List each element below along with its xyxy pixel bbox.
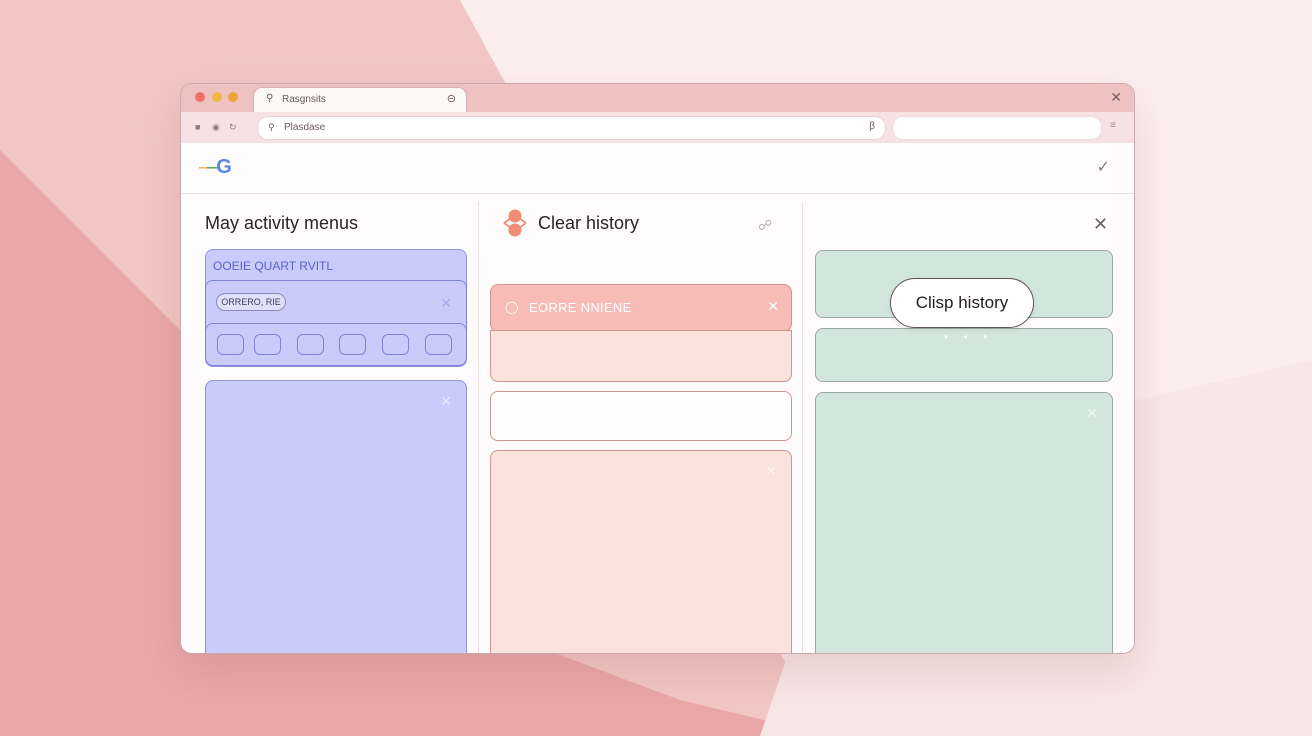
page-content: ––G ✓ May activity menus OOEIE QUART RVI… [181,143,1134,653]
option-box[interactable] [339,334,366,355]
menu-icon[interactable]: ≡ [1110,120,1116,131]
forward-icon[interactable]: ◉ [212,122,220,133]
chip[interactable]: ORRERO, RIE [216,293,286,311]
maximize-window-dot[interactable] [228,92,238,102]
pin-icon[interactable]: ✓ [1097,157,1110,177]
tab-title: Rasgnsits [282,94,326,105]
close-icon[interactable]: ✕ [767,298,779,315]
activity-card-large[interactable]: ✕ [205,380,467,653]
close-icon[interactable]: ✕ [765,463,777,480]
page-header: ––G ✓ [181,143,1134,194]
option-row [205,323,467,366]
reload-icon[interactable]: ↻ [229,122,237,133]
close-panel-icon[interactable]: ✕ [1093,214,1108,235]
toolbar: ■ ◉ ↻ ⚲ Plasdase β ≡ [181,112,1134,144]
close-icon[interactable]: ✕ [1086,405,1098,422]
address-text: Plasdase [284,122,326,133]
panels: May activity menus OOEIE QUART RVITL ORR… [181,194,1134,653]
lock-icon: ⚲ [266,93,274,104]
history-card-body[interactable] [490,330,792,382]
card-header: OOEIE QUART RVITL [213,259,334,273]
activity-card[interactable]: OOEIE QUART RVITL ORRERO, RIE ✕ [205,249,467,367]
tab-bar: ⚲ Rasgnsits ⊝ ✕ [181,84,1134,113]
close-window-dot[interactable] [195,92,205,102]
clip-history-button[interactable]: Clisp history [890,278,1034,328]
site-info-icon: ⚲ [268,122,275,132]
bookmark-icon[interactable]: β [869,121,875,132]
option-box[interactable] [297,334,324,355]
history-card[interactable] [490,391,792,441]
close-icon[interactable]: ✕ [440,295,452,312]
clip-card-large[interactable]: ✕ [815,392,1113,653]
tab-close-icon[interactable]: ⊝ [447,92,456,105]
divider [478,202,479,653]
card-header: EORRE NNIENE [529,300,632,315]
history-card-header[interactable]: ◯ EORRE NNIENE ✕ [490,284,792,332]
link-icon[interactable]: ☍ [758,217,772,234]
window-close-icon[interactable]: ✕ [1110,89,1122,106]
option-box[interactable] [425,334,452,355]
panel-title-clear-history: Clear history [538,213,640,233]
address-bar[interactable]: ⚲ Plasdase β [257,116,886,140]
search-input[interactable] [892,116,1102,140]
activity-submenu[interactable]: ORRERO, RIE ✕ [205,280,467,366]
history-icon [501,209,529,237]
option-box[interactable] [254,334,281,355]
history-card-large[interactable]: ✕ [490,450,792,653]
minimize-window-dot[interactable] [212,92,222,102]
option-box[interactable] [217,334,244,355]
divider [802,202,803,653]
shield-icon: ◯ [505,300,519,314]
back-icon[interactable]: ■ [195,122,200,132]
google-logo[interactable]: ––G [199,156,232,179]
option-box[interactable] [382,334,409,355]
browser-window: ⚲ Rasgnsits ⊝ ✕ ■ ◉ ↻ ⚲ Plasdase β ≡ ––G… [180,83,1135,654]
panel-title-activity: May activity menus [205,213,359,233]
more-dots-icon[interactable]: • • • [944,330,993,344]
close-icon[interactable]: ✕ [440,393,452,410]
tab-active[interactable]: ⚲ Rasgnsits ⊝ [253,87,467,112]
